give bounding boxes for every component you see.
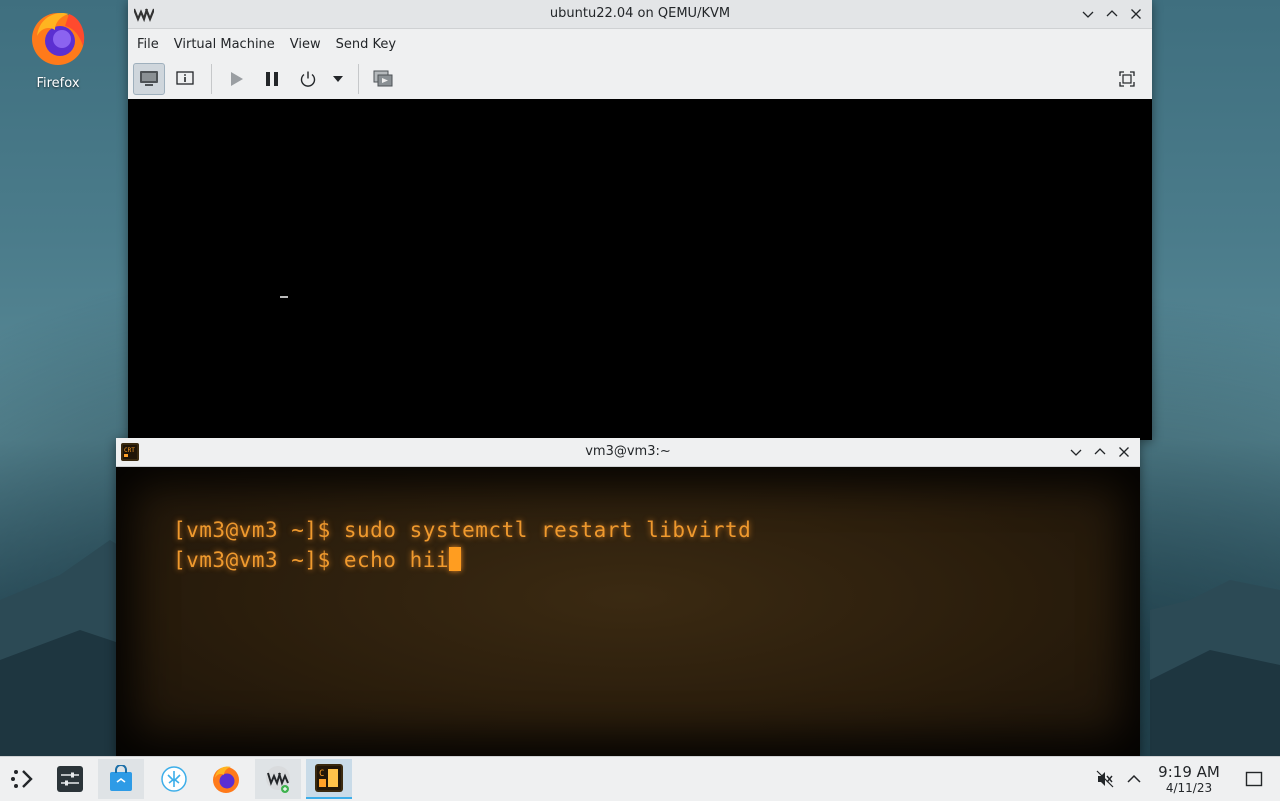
taskbar-kde-app[interactable] xyxy=(151,759,197,799)
chevron-down-icon xyxy=(1070,449,1082,456)
volume-button[interactable] xyxy=(1092,757,1118,801)
taskbar: C 9:19 AM 4/11/23 xyxy=(0,756,1280,801)
kde-icon xyxy=(161,766,187,792)
close-button[interactable] xyxy=(1114,442,1134,462)
virt-manager-icon xyxy=(266,766,290,793)
taskbar-firefox[interactable] xyxy=(203,759,249,799)
show-desktop-icon xyxy=(1245,771,1263,787)
close-icon xyxy=(1131,9,1141,19)
text-cursor xyxy=(280,296,288,298)
taskbar-system-settings[interactable] xyxy=(47,759,93,799)
settings-icon xyxy=(57,766,83,792)
pause-icon xyxy=(266,72,278,86)
terminal-titlebar[interactable]: CRT vm3@vm3:~ xyxy=(116,438,1140,467)
chevron-up-icon xyxy=(1127,774,1141,783)
terminal-window: CRT vm3@vm3:~ [vm3@vm3 ~]$ sudo systemct… xyxy=(116,438,1140,756)
snapshots-icon xyxy=(373,70,393,87)
toolbar-separator xyxy=(358,64,359,94)
console-icon xyxy=(140,71,158,86)
application-launcher-button[interactable] xyxy=(0,759,46,799)
pause-button[interactable] xyxy=(256,63,288,95)
close-icon xyxy=(1119,447,1129,457)
snapshots-button[interactable] xyxy=(367,63,399,95)
details-button[interactable] xyxy=(169,63,201,95)
chevron-up-icon xyxy=(1094,448,1106,455)
menu-send-key[interactable]: Send Key xyxy=(331,37,401,52)
desktop-icon-label: Firefox xyxy=(36,76,80,91)
vm-console-display[interactable] xyxy=(128,99,1152,440)
clock-date: 4/11/23 xyxy=(1165,781,1213,795)
run-button[interactable] xyxy=(220,63,252,95)
chevron-down-icon xyxy=(1082,11,1094,18)
menu-virtual-machine[interactable]: Virtual Machine xyxy=(169,37,280,52)
console-button[interactable] xyxy=(133,63,165,95)
clock-time: 9:19 AM xyxy=(1158,763,1220,781)
vm-titlebar[interactable]: ubuntu22.04 on QEMU/KVM xyxy=(128,0,1152,29)
run-icon xyxy=(231,72,243,86)
firefox-icon xyxy=(29,8,87,66)
maximize-button[interactable] xyxy=(1102,4,1122,24)
taskbar-discover[interactable] xyxy=(98,759,144,799)
maximize-button[interactable] xyxy=(1090,442,1110,462)
taskbar-virt-manager[interactable] xyxy=(255,759,301,799)
details-icon xyxy=(176,71,194,85)
cool-retro-term-icon: C xyxy=(315,764,343,792)
application-launcher-icon xyxy=(11,770,33,788)
store-icon xyxy=(110,765,132,791)
menu-view[interactable]: View xyxy=(285,37,326,52)
power-icon xyxy=(300,71,316,87)
volume-muted-icon xyxy=(1096,770,1114,788)
vm-window: ubuntu22.04 on QEMU/KVM File Virtual Mac… xyxy=(128,0,1152,440)
vm-menubar: File Virtual Machine View Send Key xyxy=(128,29,1152,59)
vm-toolbar xyxy=(128,59,1152,100)
minimize-button[interactable] xyxy=(1078,4,1098,24)
desktop-icon-firefox[interactable]: Firefox xyxy=(18,8,98,91)
terminal-window-title: vm3@vm3:~ xyxy=(585,444,671,459)
fullscreen-button[interactable] xyxy=(1111,63,1143,95)
menu-file[interactable]: File xyxy=(132,37,164,52)
power-menu-dropdown[interactable] xyxy=(328,63,348,95)
toolbar-separator xyxy=(211,64,212,94)
minimize-button[interactable] xyxy=(1066,442,1086,462)
taskbar-cool-retro-term[interactable]: C xyxy=(306,759,352,799)
chevron-up-icon xyxy=(1106,10,1118,17)
digital-clock[interactable]: 9:19 AM 4/11/23 xyxy=(1152,763,1226,796)
dropdown-icon xyxy=(333,76,343,82)
terminal-screen[interactable]: [vm3@vm3 ~]$ sudo systemctl restart libv… xyxy=(116,467,1140,756)
show-desktop-button[interactable] xyxy=(1240,757,1268,801)
svg-text:C: C xyxy=(319,769,324,779)
power-button[interactable] xyxy=(292,63,324,95)
firefox-icon xyxy=(213,766,239,793)
close-button[interactable] xyxy=(1126,4,1146,24)
vm-window-title: ubuntu22.04 on QEMU/KVM xyxy=(549,6,731,21)
crt-bezel xyxy=(116,467,1140,756)
system-tray-expand-button[interactable] xyxy=(1122,757,1146,801)
fullscreen-icon xyxy=(1119,71,1135,87)
